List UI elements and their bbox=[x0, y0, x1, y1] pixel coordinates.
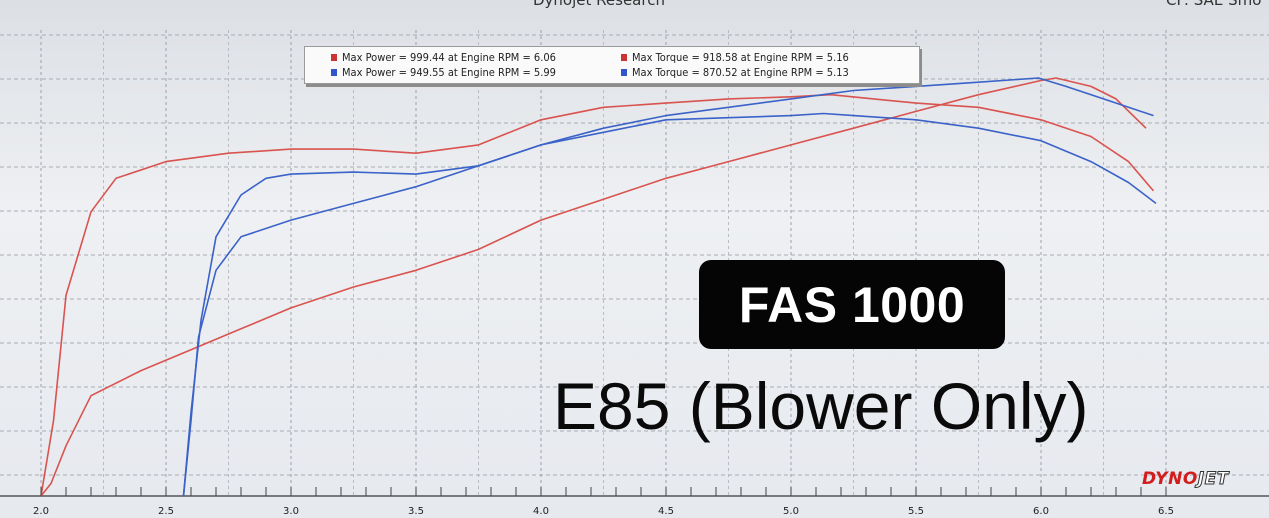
legend-label: Max Torque = 918.58 at Engine RPM = 5.16 bbox=[632, 51, 849, 64]
x-tick-label: 3.5 bbox=[408, 506, 424, 517]
x-tick-label: 5.5 bbox=[908, 506, 924, 517]
dyno-chart-screen: 2.0 2.5 3.0 3.5 4.0 4.5 5.0 5.5 6.0 6.5 Dynojet R… bbox=[0, 0, 1269, 518]
chart-header-correction: CF: SAE Smo bbox=[1166, 0, 1262, 9]
x-axis-ticks: 2.0 2.5 3.0 3.5 4.0 4.5 5.0 5.5 6.0 6.5 bbox=[33, 487, 1174, 517]
x-tick-label: 4.0 bbox=[533, 506, 549, 517]
legend-swatch-blue bbox=[331, 69, 337, 76]
x-tick-label: 6.0 bbox=[1033, 506, 1049, 517]
overlay-subtitle: E85 (Blower Only) bbox=[553, 369, 1089, 443]
x-tick-label: 2.0 bbox=[33, 506, 49, 517]
legend-entry: Max Power = 949.55 at Engine RPM = 5.99 bbox=[331, 66, 556, 79]
overlay-title-badge: FAS 1000 bbox=[699, 260, 1005, 349]
legend-label: Max Power = 999.44 at Engine RPM = 6.06 bbox=[342, 51, 556, 64]
chart-legend: Max Power = 999.44 at Engine RPM = 6.06 … bbox=[304, 46, 920, 84]
x-tick-label: 2.5 bbox=[158, 506, 174, 517]
x-tick-label: 4.5 bbox=[658, 506, 674, 517]
x-tick-label: 5.0 bbox=[783, 506, 799, 517]
logo-part-jet: JET bbox=[1197, 469, 1229, 490]
x-tick-label: 3.0 bbox=[283, 506, 299, 517]
legend-entry: Max Power = 999.44 at Engine RPM = 6.06 bbox=[331, 51, 556, 64]
legend-label: Max Power = 949.55 at Engine RPM = 5.99 bbox=[342, 66, 556, 79]
dynojet-logo: DYNO JET bbox=[1142, 468, 1251, 490]
legend-swatch-blue bbox=[621, 69, 627, 76]
legend-swatch-red bbox=[621, 54, 627, 61]
logo-part-dyno: DYNO bbox=[1142, 469, 1198, 489]
legend-swatch-red bbox=[331, 54, 337, 61]
legend-entry: Max Torque = 870.52 at Engine RPM = 5.13 bbox=[621, 66, 849, 79]
legend-label: Max Torque = 870.52 at Engine RPM = 5.13 bbox=[632, 66, 849, 79]
chart-header-title: Dynojet Research bbox=[533, 0, 665, 9]
legend-entry: Max Torque = 918.58 at Engine RPM = 5.16 bbox=[621, 51, 849, 64]
x-tick-label: 6.5 bbox=[1158, 506, 1174, 517]
